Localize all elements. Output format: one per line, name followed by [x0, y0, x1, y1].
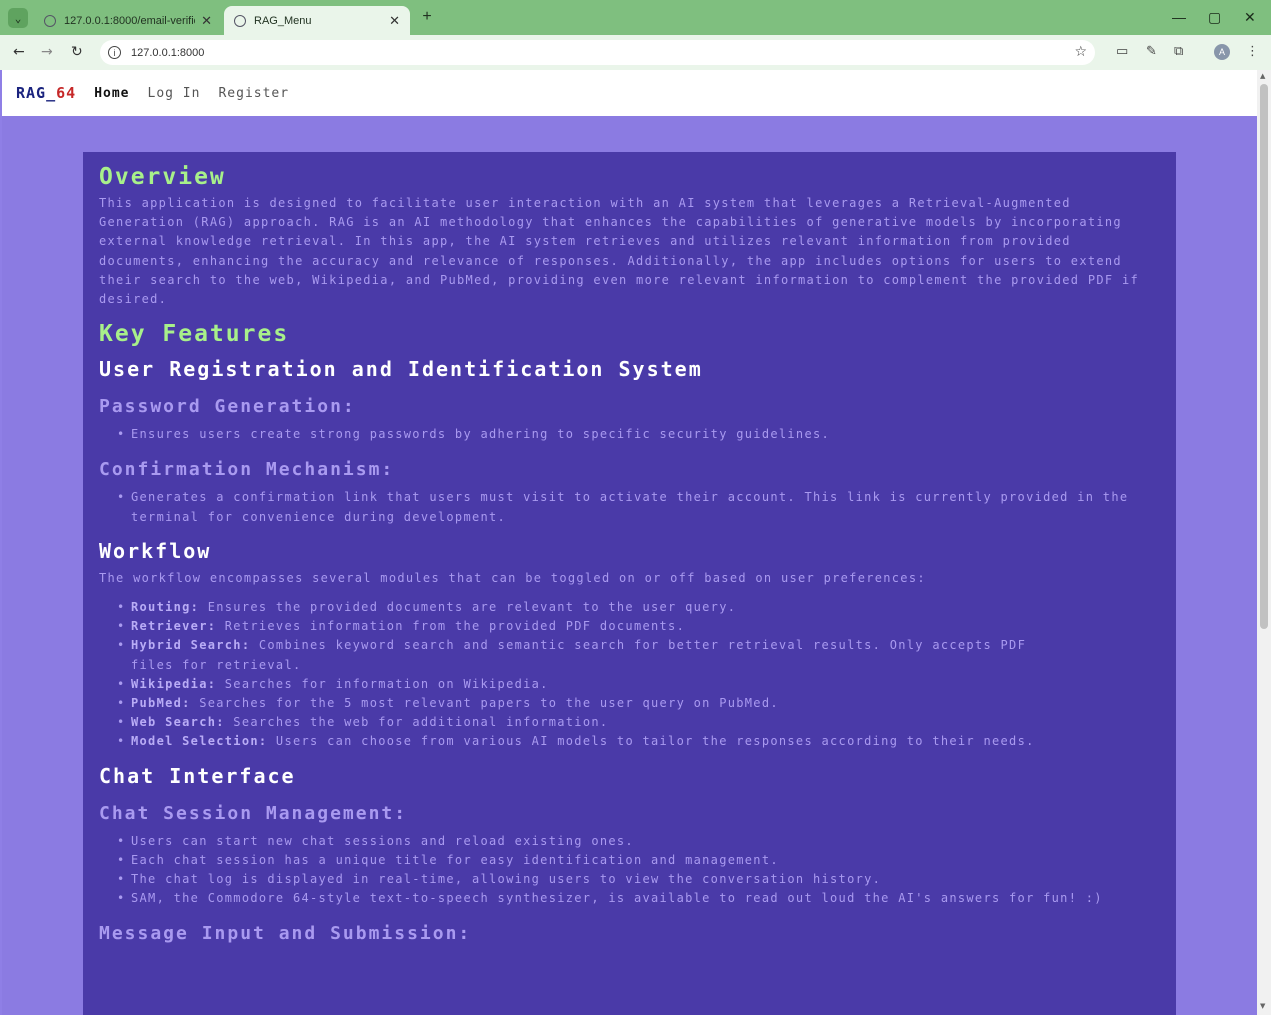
back-arrow-icon[interactable]: ← — [13, 44, 25, 60]
item-label: Wikipedia: — [131, 676, 217, 691]
list-item: Ensures users create strong passwords by… — [115, 425, 1160, 444]
workflow-text: The workflow encompasses several modules… — [99, 570, 926, 585]
item-label: Hybrid Search: — [131, 638, 251, 653]
item-text: Searches for information on Wikipedia. — [216, 676, 549, 691]
browser-toolbar: ← → ↻ i 127.0.0.1:8000 ☆ ▭ ✎ ⧉ ⋮ — [0, 35, 1271, 70]
site-navbar: RAG_64 Home Log In Register — [2, 70, 1257, 116]
browser-tab-email-verification[interactable]: 127.0.0.1:8000/email-verificatio ✕ — [34, 6, 222, 35]
forward-arrow-icon[interactable]: → — [41, 44, 53, 60]
list-item: Web Search: Searches the web for additio… — [115, 713, 1160, 732]
tab-title: 127.0.0.1:8000/email-verificatio — [64, 14, 195, 27]
item-text: Searches the web for additional informat… — [224, 715, 609, 730]
list-item: Users can start new chat sessions and re… — [115, 832, 1160, 851]
nav-link-login[interactable]: Log In — [148, 86, 201, 101]
user-registration-heading: User Registration and Identification Sys… — [99, 357, 703, 382]
pen-icon[interactable]: ✎ — [1146, 44, 1157, 59]
list-item: Retriever: Retrieves information from th… — [115, 617, 1160, 636]
new-tab-plus-icon[interactable]: + — [418, 8, 436, 26]
content-card: Overview This application is designed to… — [83, 152, 1176, 1015]
globe-icon — [234, 14, 246, 27]
brand-logo[interactable]: RAG_64 — [16, 84, 76, 102]
overview-heading: Overview — [99, 164, 226, 190]
item-text: Searches for the 5 most relevant papers … — [190, 696, 779, 711]
list-item: SAM, the Commodore 64-style text-to-spee… — [115, 889, 1160, 908]
list-item: Hybrid Search: Combines keyword search a… — [115, 636, 1160, 674]
item-label: Retriever: — [131, 619, 217, 634]
list-item: Generates a confirmation link that users… — [115, 488, 1160, 526]
item-text: Ensures the provided documents are relev… — [199, 600, 737, 615]
list-item: Wikipedia: Searches for information on W… — [115, 675, 1160, 694]
chat-session-heading: Chat Session Management: — [99, 802, 408, 824]
item-text: Combines keyword search and semantic sea… — [131, 638, 1027, 672]
item-label: Routing: — [131, 600, 200, 615]
camera-icon[interactable]: ▭ — [1116, 44, 1128, 59]
password-generation-heading: Password Generation: — [99, 396, 356, 418]
close-window-icon[interactable]: ✕ — [1244, 9, 1256, 26]
globe-icon — [44, 14, 56, 27]
workflow-list: Routing: Ensures the provided documents … — [99, 598, 1160, 752]
maximize-icon[interactable]: ▢ — [1208, 9, 1221, 26]
bookmark-star-icon[interactable]: ☆ — [1074, 44, 1087, 60]
scrollbar-thumb[interactable] — [1260, 84, 1268, 629]
confirmation-mechanism-heading: Confirmation Mechanism: — [99, 459, 395, 481]
reload-icon[interactable]: ↻ — [71, 44, 83, 60]
scroll-down-arrow-icon[interactable]: ▼ — [1260, 1002, 1265, 1010]
list-item: Routing: Ensures the provided documents … — [115, 598, 1160, 617]
tab-search-chevron-icon[interactable]: ⌄ — [8, 8, 28, 28]
page-viewport: RAG_64 Home Log In Register Overview Thi… — [2, 70, 1257, 1015]
browser-tab-bar: ⌄ 127.0.0.1:8000/email-verificatio ✕ RAG… — [0, 0, 1271, 35]
page-scrollbar[interactable]: ▲ ▼ — [1257, 70, 1271, 1015]
close-tab-icon[interactable]: ✕ — [201, 13, 212, 29]
item-label: Model Selection: — [131, 734, 268, 749]
nav-link-register[interactable]: Register — [218, 86, 289, 101]
list-item: PubMed: Searches for the 5 most relevant… — [115, 694, 1160, 713]
brand-part-rag: RAG_ — [16, 84, 57, 102]
address-bar[interactable]: i 127.0.0.1:8000 ☆ — [100, 40, 1095, 65]
minimize-icon[interactable]: — — [1172, 9, 1186, 25]
workflow-heading: Workflow — [99, 538, 212, 563]
profile-avatar[interactable]: A — [1214, 44, 1230, 60]
menu-kebab-icon[interactable]: ⋮ — [1246, 44, 1259, 59]
confirmation-list: Generates a confirmation link that users… — [99, 488, 1160, 526]
list-item: The chat log is displayed in real-time, … — [115, 870, 1160, 889]
nav-link-home[interactable]: Home — [94, 86, 129, 101]
scroll-up-arrow-icon[interactable]: ▲ — [1260, 72, 1265, 80]
password-list: Ensures users create strong passwords by… — [99, 425, 1160, 444]
item-text: Retrieves information from the provided … — [216, 619, 686, 634]
extensions-puzzle-icon[interactable]: ⧉ — [1174, 44, 1183, 59]
overview-text: This application is designed to facilita… — [99, 196, 1140, 307]
item-text: Users can choose from various AI models … — [267, 734, 1035, 749]
item-label: PubMed: — [131, 696, 191, 711]
browser-tab-rag-menu[interactable]: RAG_Menu ✕ — [224, 6, 410, 35]
chat-session-list: Users can start new chat sessions and re… — [99, 832, 1160, 909]
key-features-heading: Key Features — [99, 321, 290, 348]
close-tab-icon[interactable]: ✕ — [389, 13, 400, 29]
site-info-icon[interactable]: i — [108, 46, 121, 59]
message-input-heading: Message Input and Submission: — [99, 923, 472, 945]
url-text: 127.0.0.1:8000 — [131, 46, 205, 59]
brand-part-64: 64 — [56, 84, 77, 102]
chat-interface-heading: Chat Interface — [99, 763, 296, 788]
list-item: Model Selection: Users can choose from v… — [115, 732, 1160, 751]
item-label: Web Search: — [131, 715, 225, 730]
tab-title: RAG_Menu — [254, 14, 312, 27]
list-item: Each chat session has a unique title for… — [115, 851, 1160, 870]
